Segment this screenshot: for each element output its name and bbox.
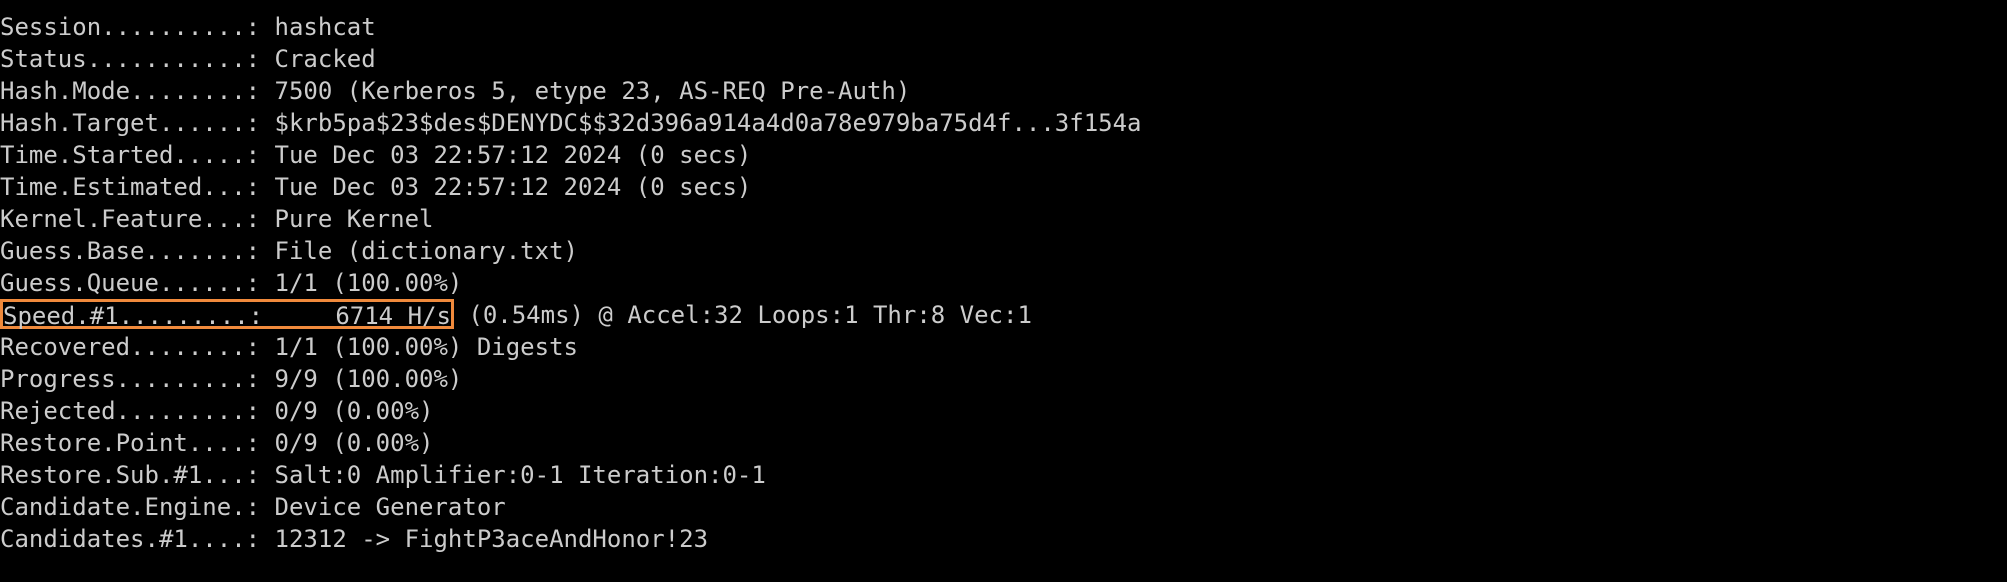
- status-line-guess-queue: Guess.Queue......: 1/1 (100.00%): [0, 269, 463, 297]
- status-line-restore-point: Restore.Point....: 0/9 (0.00%): [0, 429, 434, 457]
- status-line-hash-mode: Hash.Mode........: 7500 (Kerberos 5, ety…: [0, 77, 911, 105]
- status-line-session: Session..........: hashcat: [0, 13, 376, 41]
- status-line-time-estimated: Time.Estimated...: Tue Dec 03 22:57:12 2…: [0, 173, 752, 201]
- hashcat-status-output: Session..........: hashcat Status.......…: [0, 11, 1142, 555]
- status-line-candidate-engine: Candidate.Engine.: Device Generator: [0, 493, 506, 521]
- status-line-recovered: Recovered........: 1/1 (100.00%) Digests: [0, 333, 578, 361]
- status-line-kernel-feature: Kernel.Feature...: Pure Kernel: [0, 205, 434, 233]
- speed-details: (0.54ms) @ Accel:32 Loops:1 Thr:8 Vec:1: [453, 301, 1032, 329]
- status-line-hash-target: Hash.Target......: $krb5pa$23$des$DENYDC…: [0, 109, 1142, 137]
- status-line-rejected: Rejected.........: 0/9 (0.00%): [0, 397, 434, 425]
- status-line-speed: Speed.#1.........: 6714 H/s (0.54ms) @ A…: [0, 299, 1142, 331]
- status-line-restore-sub: Restore.Sub.#1...: Salt:0 Amplifier:0-1 …: [0, 461, 766, 489]
- status-line-candidates: Candidates.#1....: 12312 -> FightP3aceAn…: [0, 525, 709, 553]
- status-line-guess-base: Guess.Base.......: File (dictionary.txt): [0, 237, 578, 265]
- status-line-status: Status...........: Cracked: [0, 45, 376, 73]
- speed-highlight-box: Speed.#1.........: 6714 H/s: [0, 299, 454, 330]
- terminal-window[interactable]: Session..........: hashcat Status.......…: [0, 0, 2007, 582]
- status-line-time-started: Time.Started.....: Tue Dec 03 22:57:12 2…: [0, 141, 752, 169]
- status-line-progress: Progress.........: 9/9 (100.00%): [0, 365, 463, 393]
